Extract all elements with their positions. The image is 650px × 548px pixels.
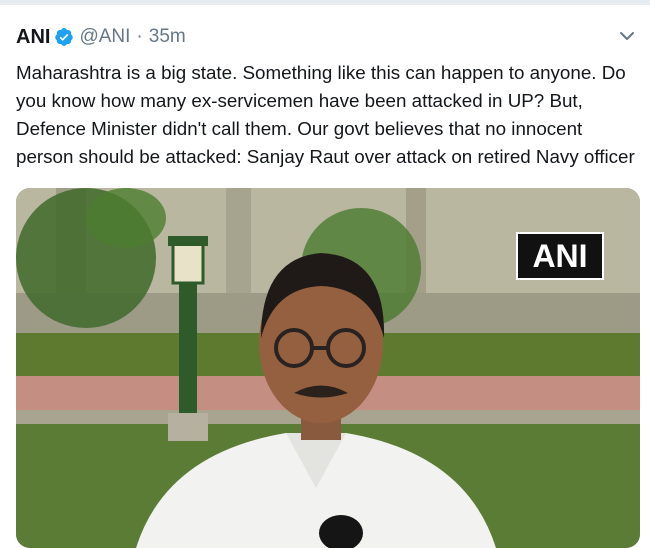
tweet-timestamp[interactable]: 35m bbox=[149, 26, 186, 48]
tweet-text: Maharashtra is a big state. Something li… bbox=[16, 62, 635, 167]
verified-badge-icon bbox=[54, 27, 74, 47]
chevron-down-icon[interactable] bbox=[618, 29, 636, 43]
media-watermark-logo: ANI bbox=[516, 232, 604, 280]
tweet-media-image[interactable]: ANI bbox=[16, 188, 640, 548]
header-separator: · bbox=[136, 26, 143, 47]
tweet-card[interactable]: ANI @ANI · 35m Maharashtra is a big stat… bbox=[0, 5, 650, 548]
author-name[interactable]: ANI bbox=[16, 26, 50, 49]
author-handle[interactable]: @ANI bbox=[79, 26, 130, 48]
tweet-header: ANI @ANI · 35m bbox=[16, 24, 186, 50]
